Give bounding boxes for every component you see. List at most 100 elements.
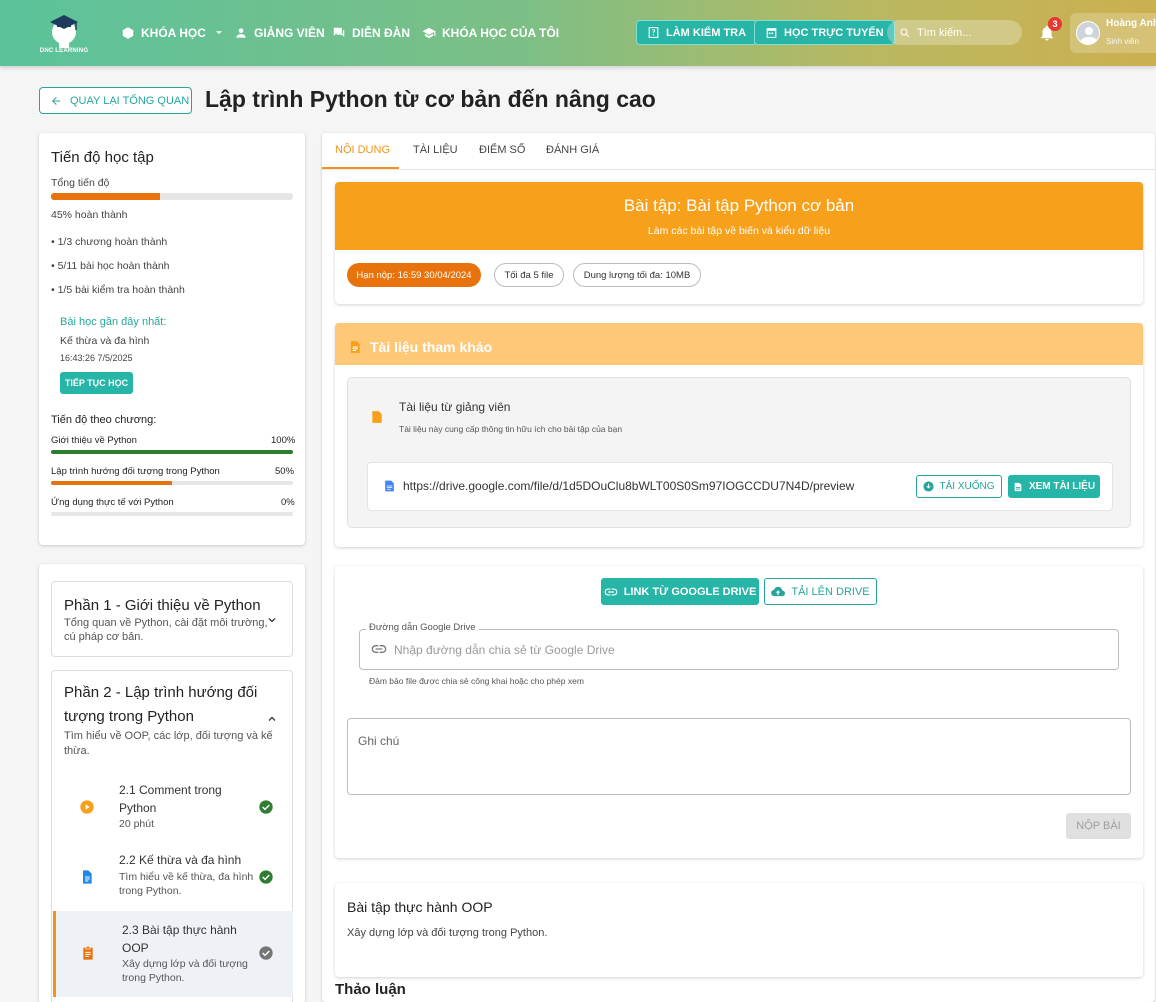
user-role: Sinh viên <box>1106 37 1139 46</box>
tab-content[interactable]: NỘI DUNG <box>335 144 390 156</box>
logo-text: DNC LEARNING <box>39 48 89 54</box>
continue-learning-button[interactable]: TIẾP TỤC HỌC <box>60 372 133 394</box>
exercise-desc: Xây dựng lớp và đối tượng trong Python. <box>347 927 548 939</box>
online-learning-button[interactable]: HỌC TRỰC TUYẾN <box>754 20 895 45</box>
lesson-2-1-title-line2: Python <box>119 801 157 815</box>
stat-chapters: • 1/3 chương hoàn thành <box>51 236 168 248</box>
teacher-document-box: Tài liệu từ giảng viên Tài liệu này cung… <box>347 377 1131 528</box>
tab-active-indicator <box>322 167 399 169</box>
back-to-overview-button[interactable]: QUAY LẠI TỔNG QUAN <box>39 87 192 114</box>
nav-teachers[interactable]: GIẢNG VIÊN <box>234 24 325 42</box>
submission-card: LINK TỪ GOOGLE DRIVE TẢI LÊN DRIVE Nhập … <box>335 566 1143 858</box>
chapter-progress-heading: Tiến độ theo chương: <box>51 414 157 426</box>
note-placeholder: Ghi chú <box>358 734 400 748</box>
upload-to-drive-label: TẢI LÊN DRIVE <box>791 585 870 598</box>
section-1-desc-line1: Tổng quan về Python, cài đặt môi trường, <box>64 617 268 629</box>
chapter-3-bar <box>51 512 293 516</box>
note-textarea[interactable]: Ghi chú <box>347 718 1131 795</box>
chapter-3-name: Ứng dụng thực tế với Python <box>51 497 174 508</box>
chapter-2-percent: 50% <box>275 466 295 477</box>
file-text-icon <box>1014 482 1022 491</box>
document-url[interactable]: https://drive.google.com/file/d/1d5DOuCl… <box>403 479 854 493</box>
top-navbar: DNC LEARNING KHÓA HỌC GIẢNG VIÊN DIỄN ĐÀ… <box>0 0 1156 66</box>
lesson-2-1[interactable]: 2.1 Comment trong Python 20 phút <box>53 777 293 847</box>
recent-lesson-label: Bài học gần đây nhất: <box>60 316 167 328</box>
section-2-desc-line1: Tìm hiểu về OOP, các lớp, đối tượng và k… <box>64 730 273 742</box>
chapter-2-fill <box>51 481 172 485</box>
tab-documents[interactable]: TÀI LIỆU <box>413 144 458 156</box>
view-document-label: XEM TÀI LIỆU <box>1028 481 1096 492</box>
view-document-button[interactable]: XEM TÀI LIỆU <box>1008 475 1100 498</box>
person-icon <box>236 28 246 38</box>
lesson-2-3-title-line1: 2.3 Bài tập thực hành <box>122 923 237 937</box>
section-1[interactable]: Phần 1 - Giới thiệu về Python Tổng quan … <box>51 581 293 657</box>
recent-lesson-time: 16:43:26 7/5/2025 <box>60 353 133 363</box>
nav-teachers-label: GIẢNG VIÊN <box>254 26 325 40</box>
nav-courses[interactable]: KHÓA HỌC <box>121 24 226 42</box>
reference-card: Tài liệu tham khảo Tài liệu từ giảng viê… <box>335 323 1143 547</box>
lesson-2-2-title: 2.2 Kế thừa và đa hình <box>119 853 242 867</box>
search-input[interactable]: Tìm kiếm... <box>887 20 1022 45</box>
chapter-1-bar <box>51 450 293 454</box>
assignment-title: Bài tập: Bài tập Python cơ bản <box>623 196 855 215</box>
nav-forum[interactable]: DIỄN ĐÀN <box>332 24 410 42</box>
chevron-down-icon[interactable] <box>266 614 278 626</box>
lesson-2-2[interactable]: 2.2 Kế thừa và đa hình Tìm hiểu về kế th… <box>53 847 293 917</box>
nav-my-courses[interactable]: KHÓA HỌC CỦA TÔI <box>422 24 559 42</box>
lesson-2-3[interactable]: 2.3 Bài tập thực hành OOP Xây dựng lớp v… <box>53 911 293 997</box>
recent-lesson-name: Kế thừa và đa hình <box>60 335 150 347</box>
max-files-chip: Tối đa 5 file <box>494 263 564 287</box>
teacher-document-desc: Tài liệu này cung cấp thông tin hữu ích … <box>399 424 623 434</box>
google-drive-url-label: Đường dẫn Google Drive <box>366 622 479 633</box>
nav-my-courses-label: KHÓA HỌC CỦA TÔI <box>442 26 560 40</box>
stat-quizzes: • 1/5 bài kiểm tra hoàn thành <box>51 284 185 296</box>
take-quiz-button[interactable]: LÀM KIỂM TRA <box>636 20 758 45</box>
stat-lessons: • 5/11 bài học hoàn thành <box>51 260 170 272</box>
forum-icon <box>333 27 345 38</box>
calendar-icon <box>766 28 777 38</box>
section-2[interactable]: Phần 2 - Lập trình hướng đối tượng trong… <box>51 670 293 1002</box>
notification-badge: 3 <box>1048 17 1062 31</box>
school-icon <box>422 27 436 39</box>
check-circle-icon <box>259 946 273 960</box>
chapter-1-percent: 100% <box>271 435 296 446</box>
section-1-desc-line2: cú pháp cơ bản. <box>64 631 144 643</box>
lesson-2-2-desc-line1: Tìm hiểu về kế thừa, đa hình <box>119 871 254 883</box>
tab-grades[interactable]: ĐIỂM SỐ <box>479 144 525 156</box>
tab-reviews[interactable]: ĐÁNH GIÁ <box>546 144 599 156</box>
user-name: Hoàng Anh <box>1106 18 1156 29</box>
check-circle-icon <box>259 870 273 884</box>
chevron-up-icon[interactable] <box>266 713 278 725</box>
search-icon <box>900 28 910 37</box>
link-icon <box>371 645 387 653</box>
nav-forum-label: DIỄN ĐÀN <box>352 26 411 40</box>
section-2-title-line1: Phần 2 - Lập trình hướng đối <box>64 684 258 701</box>
discussion-heading: Thảo luận <box>335 981 406 998</box>
google-drive-url-placeholder: Nhập đường dẫn chia sẻ từ Google Drive <box>394 643 615 657</box>
check-circle-icon <box>259 800 273 814</box>
download-icon <box>923 481 935 492</box>
nav-courses-label: KHÓA HỌC <box>141 26 206 40</box>
chevron-down-icon <box>215 31 222 35</box>
assignment-banner: Bài tập: Bài tập Python cơ bản Làm các b… <box>335 182 1143 250</box>
google-doc-icon <box>385 480 394 492</box>
teacher-document-title: Tài liệu từ giảng viên <box>399 400 511 414</box>
user-menu[interactable]: Hoàng Anh Sinh viên <box>1070 13 1156 53</box>
upload-to-drive-tab[interactable]: TẢI LÊN DRIVE <box>764 578 877 605</box>
submit-button[interactable]: NỘP BÀI <box>1066 813 1131 839</box>
total-progress-text: 45% hoàn thành <box>51 209 128 221</box>
google-drive-url-field[interactable]: Nhập đường dẫn chia sẻ từ Google Drive <box>359 629 1119 670</box>
lesson-2-1-title-line1: 2.1 Comment trong <box>119 783 222 797</box>
tab-divider <box>322 169 1155 170</box>
lesson-2-2-desc-line2: trong Python. <box>119 885 182 897</box>
download-button[interactable]: TẢI XUỐNG <box>916 475 1002 498</box>
cloud-upload-icon <box>771 586 786 597</box>
avatar <box>1076 21 1100 45</box>
reference-heading: Tài liệu tham khảo <box>370 339 493 355</box>
page-title: Lập trình Python từ cơ bản đến nâng cao <box>205 86 656 112</box>
lesson-2-3-desc-line1: Xây dựng lớp và đối tượng <box>122 958 248 970</box>
total-progress-fill <box>51 193 160 200</box>
lesson-2-3-title-line2: OOP <box>122 941 149 955</box>
search-placeholder: Tìm kiếm... <box>917 26 972 39</box>
google-drive-link-tab[interactable]: LINK TỪ GOOGLE DRIVE <box>601 578 759 605</box>
